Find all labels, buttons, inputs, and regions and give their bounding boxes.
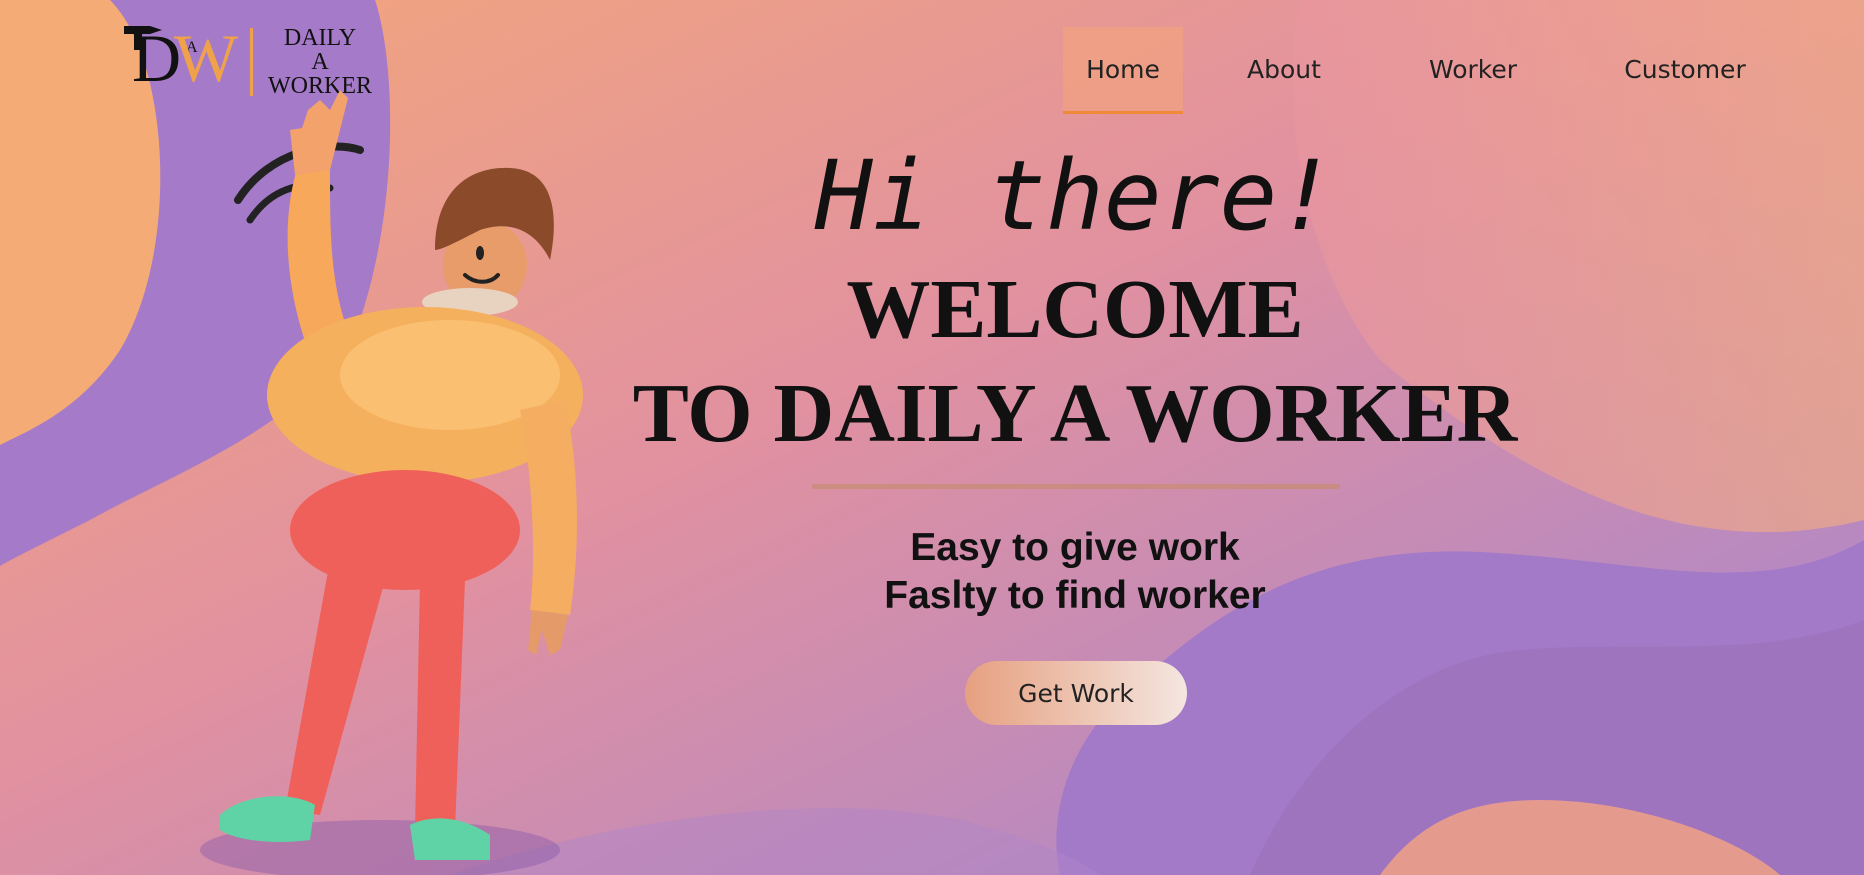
nav-customer[interactable]: Customer [1610, 27, 1760, 111]
hero-title-line2: TO DAILY A WORKER [632, 367, 1518, 460]
get-work-button[interactable]: Get Work [965, 661, 1187, 725]
hero-title-line1: WELCOME [846, 263, 1304, 356]
hero-divider [812, 484, 1340, 489]
nav-home[interactable]: Home [1063, 27, 1183, 114]
hero-tagline-2: Faslty to find worker [884, 574, 1266, 617]
hero-tagline-1: Easy to give work [910, 526, 1240, 569]
waving-character-illustration [200, 90, 583, 875]
nav-about[interactable]: About [1224, 27, 1344, 111]
nav-worker[interactable]: Worker [1413, 27, 1533, 111]
hero-greeting: Hi there! [814, 140, 1336, 252]
